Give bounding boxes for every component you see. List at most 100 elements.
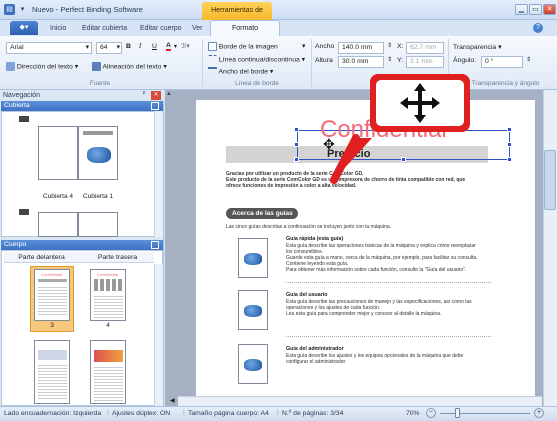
- border-width-button[interactable]: Ancho del borde ▾: [208, 67, 273, 76]
- page-4-label: 4: [106, 322, 110, 329]
- status-divider: |: [183, 409, 185, 416]
- angle-value: 0 °: [485, 58, 494, 65]
- x-input[interactable]: 62.7 mm: [406, 42, 444, 54]
- angle-spinner[interactable]: ⇕: [526, 56, 531, 63]
- cover-section-header[interactable]: Cubierta: [1, 101, 163, 111]
- page-3-label: 3: [50, 322, 54, 329]
- window-title: Nuevo - Perfect Binding Software: [32, 5, 143, 14]
- scroll-up-icon[interactable]: ▲: [166, 91, 175, 100]
- text-align-label: Alineación del texto: [102, 63, 162, 71]
- zoom-out-button[interactable]: −: [426, 408, 436, 418]
- spread-marker-icon: [19, 116, 29, 122]
- page-4-thumb[interactable]: Confidential: [90, 269, 126, 321]
- font-color-icon[interactable]: A: [166, 42, 171, 51]
- cover-4-thumb[interactable]: [38, 126, 78, 180]
- italic-button[interactable]: I: [139, 43, 141, 50]
- clear-format-icon[interactable]: ℬ▾: [181, 42, 190, 50]
- underline-button[interactable]: U: [152, 43, 157, 50]
- cover-inner-thumb[interactable]: [38, 212, 78, 237]
- maximize-button[interactable]: ▭: [529, 4, 542, 15]
- zoom-in-button[interactable]: +: [534, 408, 544, 418]
- font-name-value: Arial: [10, 44, 24, 51]
- thumb-watermark-text: Confidential: [97, 272, 119, 277]
- width-value: 140.0 mm: [342, 44, 373, 51]
- body-section-header[interactable]: Cuerpo: [1, 240, 163, 250]
- thumb-image-block: [38, 350, 67, 360]
- page-6-thumb[interactable]: [90, 340, 126, 404]
- file-tab[interactable]: ◆▾: [10, 21, 38, 35]
- resize-handle-ne[interactable]: [507, 127, 512, 132]
- font-color-dropdown-icon[interactable]: ▾: [174, 43, 177, 50]
- nav-title: Navegación: [0, 90, 164, 101]
- collapse-body-icon[interactable]: [151, 241, 159, 249]
- angle-input[interactable]: 0 °: [481, 56, 523, 68]
- body-scrollbar[interactable]: [154, 264, 163, 406]
- tab-formato[interactable]: Formato: [210, 20, 280, 36]
- text-align-button[interactable]: Alineación del texto ▾: [92, 62, 167, 71]
- width-spinner[interactable]: ⇕: [387, 42, 392, 49]
- resize-handle-se[interactable]: [507, 157, 512, 162]
- resize-handle-nw[interactable]: [294, 127, 299, 132]
- pin-icon[interactable]: ᵖ: [143, 91, 145, 97]
- printer-image: [244, 305, 262, 317]
- resize-handle-sw[interactable]: [294, 157, 299, 162]
- thumb-text-block: [38, 285, 67, 317]
- guide-2-title: Guía del usuario: [286, 292, 328, 298]
- cover-section-label: Cubierta: [4, 102, 30, 109]
- scroll-left-icon[interactable]: ◀: [170, 397, 175, 404]
- thumb-text-block: [94, 365, 123, 401]
- border-width-label: Ancho del borde: [218, 68, 269, 76]
- zoom-slider-track[interactable]: [440, 413, 530, 414]
- contextual-tab-group: Herramientas de dibujo: [202, 2, 272, 31]
- zoom-slider-thumb[interactable]: [455, 408, 460, 418]
- thumb-title-bar: [83, 131, 113, 135]
- guide-1-line-5: Para obtener más información sobre cada …: [286, 267, 467, 273]
- close-button[interactable]: ✕: [543, 4, 556, 15]
- tab-editar-cubierta[interactable]: Editar cubierta: [82, 25, 127, 32]
- qat-dropdown-icon[interactable]: ▾: [17, 4, 28, 15]
- guide-1-title: Guía rápida (esta guía): [286, 236, 344, 242]
- document-horizontal-scrollbar[interactable]: [178, 396, 542, 406]
- resize-handle-w[interactable]: [294, 142, 299, 147]
- ribbon-separator: [202, 39, 203, 87]
- font-name-combo[interactable]: Arial ▾: [6, 42, 92, 54]
- back-column-label: Parte trasera: [97, 254, 138, 261]
- app-icon[interactable]: ▤: [4, 4, 15, 15]
- close-nav-icon[interactable]: ✕: [151, 91, 161, 100]
- document-scroll-thumb[interactable]: [544, 150, 556, 210]
- border-image-button[interactable]: Borde de la imagen: [208, 42, 278, 51]
- transparency-label: Transparencia: [453, 44, 497, 51]
- cover-1-thumb[interactable]: [78, 126, 118, 180]
- font-size-combo[interactable]: 64 ▾: [96, 42, 122, 54]
- status-page-size: Tamaño página cuerpo: A4: [188, 410, 269, 417]
- group-label-line: Línea de borde: [235, 80, 279, 87]
- printer-image: [244, 253, 262, 265]
- transparency-button[interactable]: Transparencia ▾: [453, 43, 502, 51]
- cover-inner-thumb[interactable]: [78, 212, 118, 237]
- guide-3-title: Guía del administrador: [286, 346, 344, 352]
- x-label: X:: [397, 43, 404, 50]
- border-image-dropdown[interactable]: ▾: [302, 42, 305, 50]
- bold-button[interactable]: B: [126, 43, 131, 50]
- page-5-thumb[interactable]: [34, 340, 70, 404]
- text-align-icon: [92, 62, 101, 71]
- document-vertical-scrollbar[interactable]: [543, 90, 557, 406]
- tab-ver[interactable]: Ver: [192, 25, 203, 32]
- minimize-button[interactable]: ▁: [515, 4, 528, 15]
- line-style-label: Línea continua/discontinua: [218, 56, 300, 64]
- front-column-label: Parte delantera: [18, 254, 65, 261]
- line-style-button[interactable]: Línea continua/discontinua ▾: [208, 55, 305, 64]
- tab-editar-cuerpo[interactable]: Editar cuerpo: [140, 25, 182, 32]
- page-3-thumb[interactable]: Confidential: [34, 269, 70, 321]
- status-divider: |: [107, 409, 109, 416]
- text-direction-button[interactable]: Dirección del texto ▾: [6, 62, 78, 71]
- tab-inicio[interactable]: Inicio: [50, 25, 66, 32]
- status-duplex: Ajustes dúplex: ON: [112, 410, 171, 417]
- thumb-line: [38, 279, 67, 282]
- cover-scrollbar[interactable]: [154, 111, 163, 237]
- collapse-cover-icon[interactable]: [151, 102, 159, 110]
- width-input[interactable]: 140.0 mm: [338, 42, 384, 54]
- resize-handle-e[interactable]: [507, 142, 512, 147]
- help-icon[interactable]: ?: [533, 23, 543, 33]
- spread-marker-icon: [19, 209, 29, 215]
